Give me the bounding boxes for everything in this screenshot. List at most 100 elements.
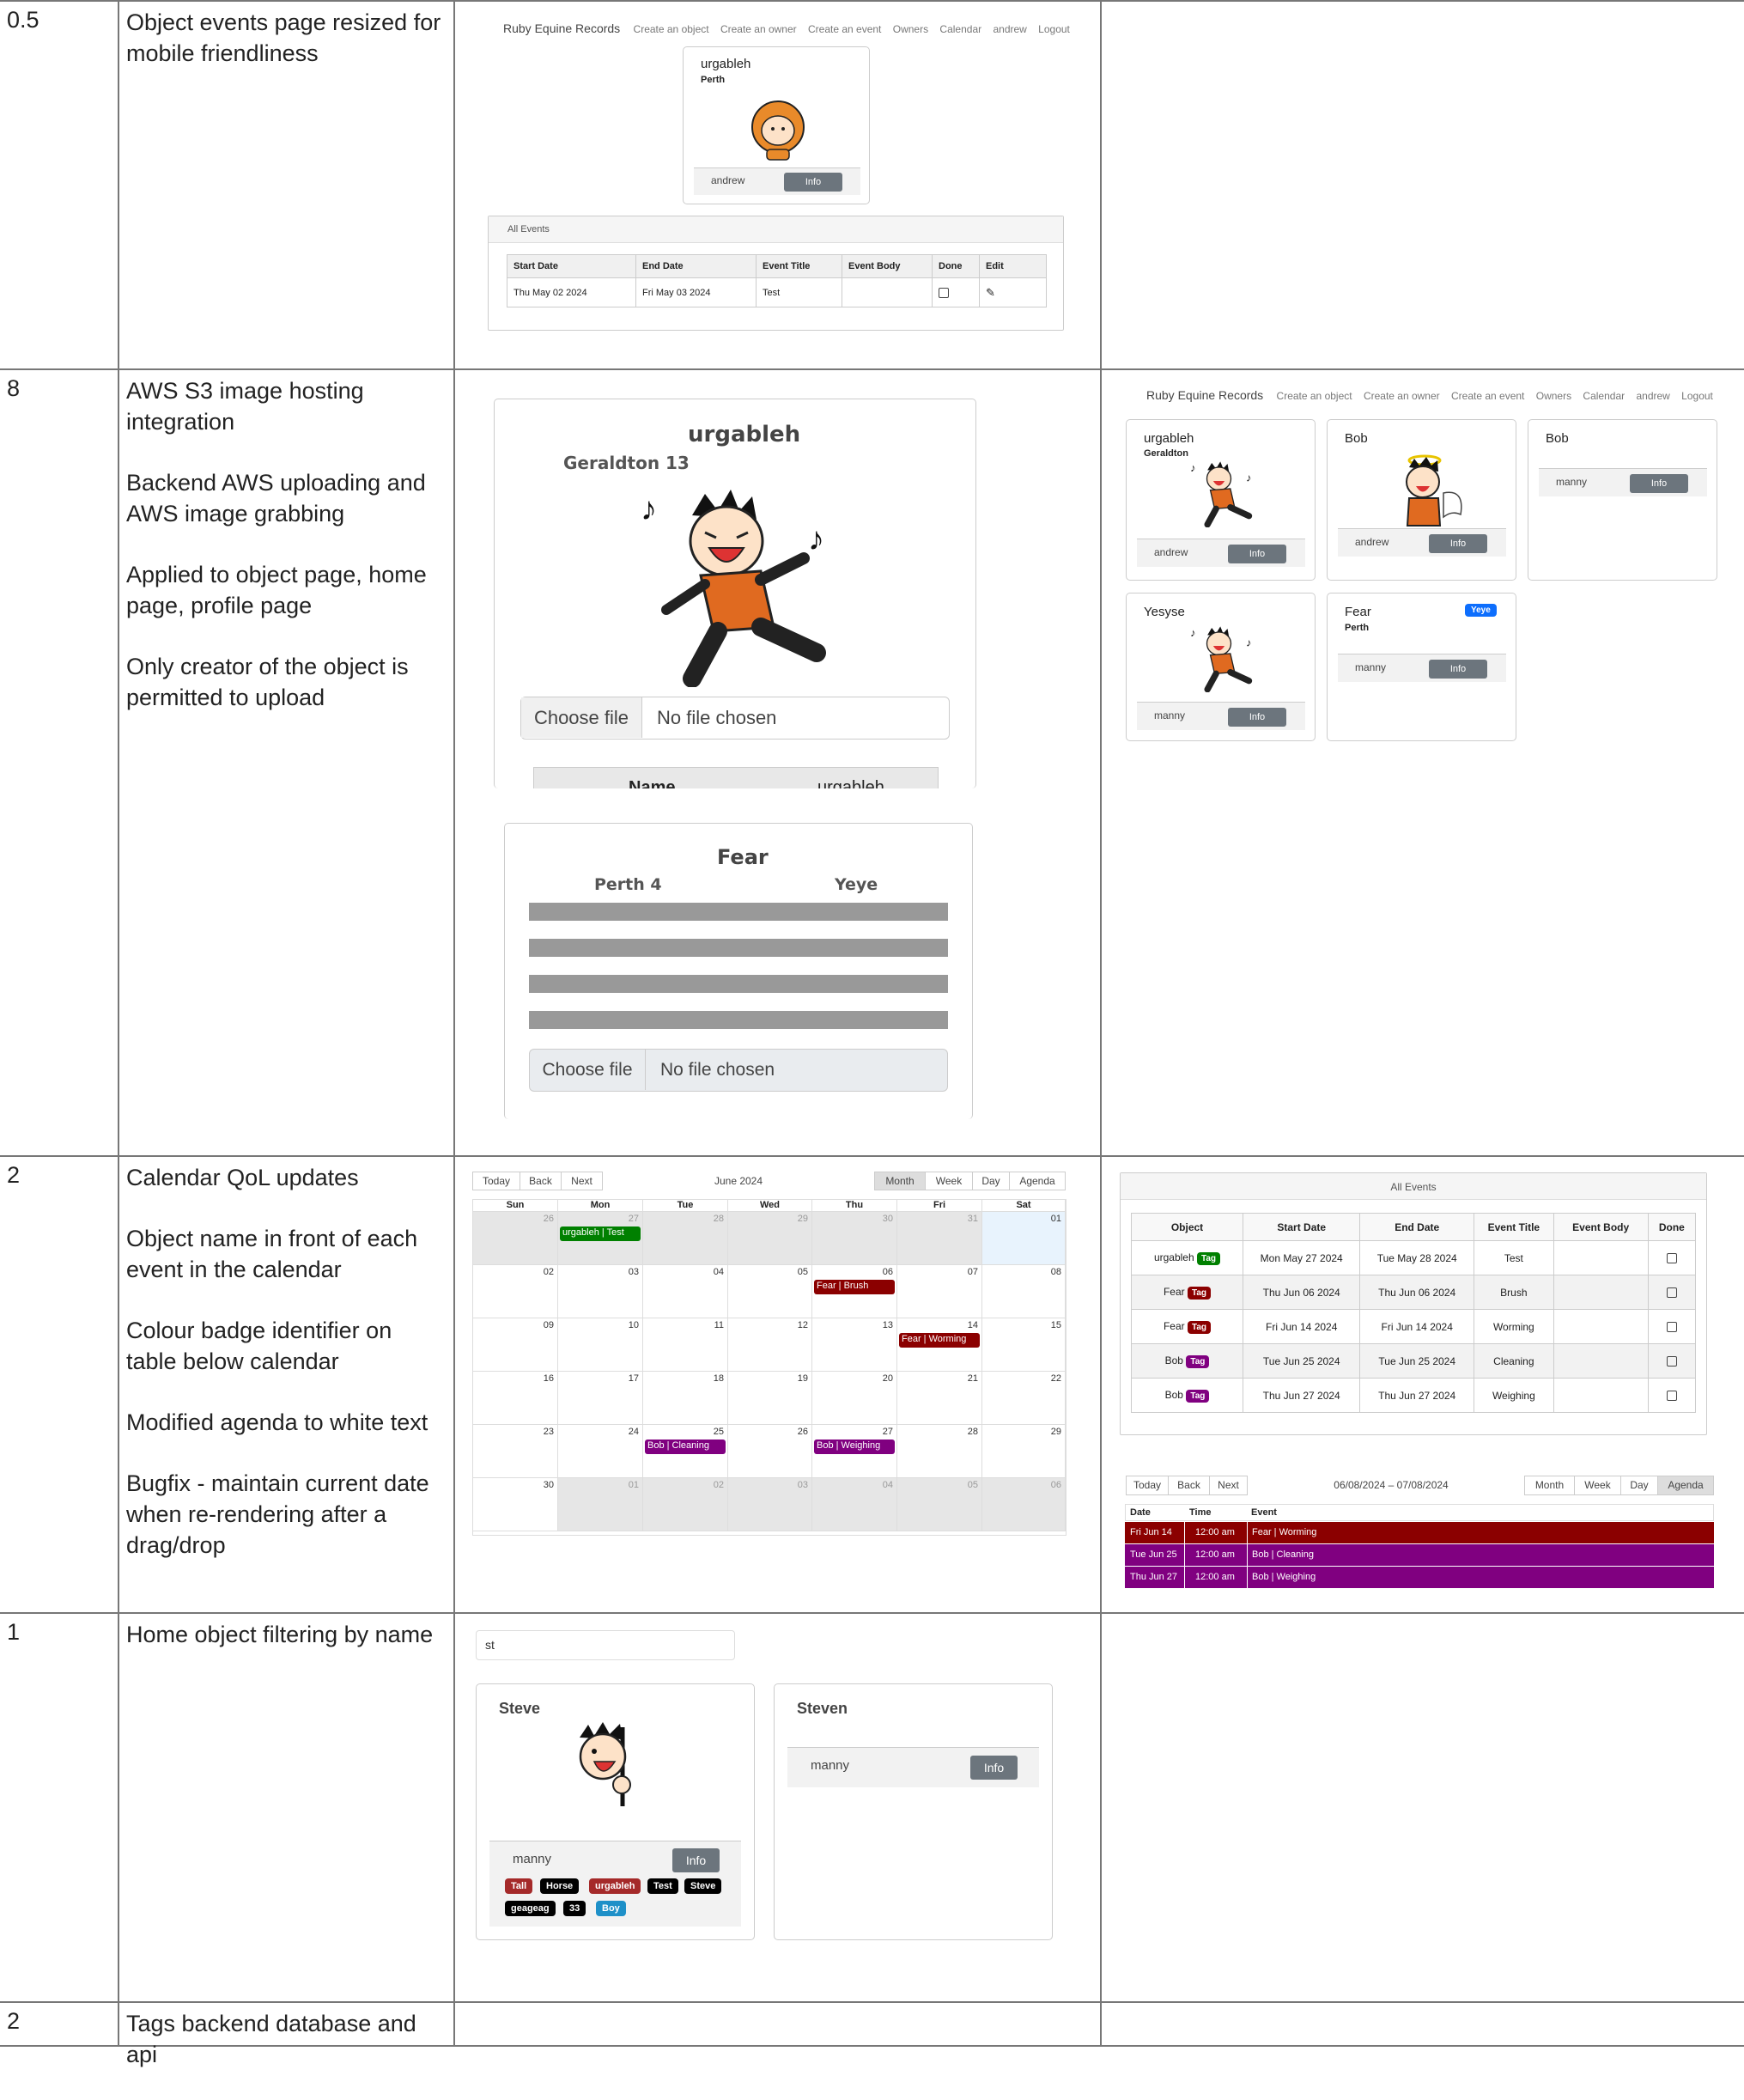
filter-input[interactable]: st — [476, 1630, 735, 1660]
calendar-day-cell[interactable]: 04 — [643, 1265, 728, 1318]
done-checkbox[interactable] — [1666, 1391, 1677, 1402]
nav-link-logout[interactable]: Logout — [1038, 23, 1070, 35]
done-checkbox[interactable] — [939, 287, 949, 298]
nav-link-create-event[interactable]: Create an event — [808, 23, 881, 35]
brand-link[interactable]: Ruby Equine Records — [503, 21, 620, 35]
file-input[interactable]: Choose file No file chosen — [520, 697, 950, 740]
calendar-day-cell[interactable]: 10 — [558, 1318, 643, 1372]
calendar-today-button[interactable]: Today — [1126, 1476, 1169, 1495]
choose-file-button[interactable]: Choose file — [521, 697, 642, 738]
calendar-day-cell[interactable]: 11 — [643, 1318, 728, 1372]
done-checkbox[interactable] — [1666, 1356, 1677, 1367]
calendar-event[interactable]: Bob | Cleaning — [645, 1440, 726, 1454]
nav-link-user[interactable]: andrew — [993, 23, 1026, 35]
info-button[interactable]: Info — [784, 173, 842, 192]
info-button[interactable]: Info — [672, 1848, 720, 1872]
calendar-day-cell[interactable]: 22 — [982, 1372, 1066, 1425]
nav-link-owners[interactable]: Owners — [893, 23, 928, 35]
calendar-day-cell[interactable]: 29 — [728, 1212, 812, 1265]
calendar-day-cell[interactable]: 09 — [473, 1318, 558, 1372]
calendar-day-cell[interactable]: 29 — [982, 1425, 1066, 1478]
done-checkbox[interactable] — [1666, 1253, 1677, 1264]
choose-file-button[interactable]: Choose file — [530, 1050, 646, 1090]
calendar-day-cell[interactable]: 19 — [728, 1372, 812, 1425]
calendar-back-button[interactable]: Back — [1168, 1476, 1210, 1495]
nav-link-owners[interactable]: Owners — [1536, 390, 1571, 402]
nav-link-create-object[interactable]: Create an object — [634, 23, 709, 35]
calendar-day-cell[interactable]: 30 — [473, 1478, 558, 1531]
calendar-day-cell[interactable]: 01 — [982, 1212, 1066, 1265]
nav-link-create-event[interactable]: Create an event — [1451, 390, 1524, 402]
panel-header — [489, 216, 1063, 243]
done-checkbox[interactable] — [1666, 1322, 1677, 1333]
calendar-day-cell[interactable]: 01 — [558, 1478, 643, 1531]
pencil-icon[interactable]: ✎ — [986, 286, 995, 299]
row-description: AWS S3 image hosting integration Backend… — [126, 375, 444, 743]
calendar-event[interactable]: Bob | Weighing — [814, 1440, 895, 1454]
view-agenda-button[interactable]: Agenda — [1657, 1476, 1714, 1495]
view-month-button[interactable]: Month — [1524, 1476, 1575, 1495]
view-month-button[interactable]: Month — [874, 1172, 926, 1190]
calendar-day-cell[interactable]: 31 — [897, 1212, 982, 1265]
nav-link-create-object[interactable]: Create an object — [1277, 390, 1352, 402]
calendar-day-cell[interactable]: 26 — [728, 1425, 812, 1478]
calendar-day-cell[interactable]: 16 — [473, 1372, 558, 1425]
calendar-day-cell[interactable]: 21 — [897, 1372, 982, 1425]
nav-link-logout[interactable]: Logout — [1681, 390, 1713, 402]
agenda-row[interactable]: Tue Jun 25 12:00 am Bob | Cleaning — [1125, 1544, 1714, 1566]
calendar-back-button[interactable]: Back — [520, 1172, 562, 1190]
calendar-day-cell[interactable]: 03 — [728, 1478, 812, 1531]
brand-link[interactable]: Ruby Equine Records — [1146, 388, 1263, 402]
calendar-day-cell[interactable]: 28 — [897, 1425, 982, 1478]
done-checkbox[interactable] — [1666, 1287, 1677, 1299]
calendar-day-cell[interactable]: 24 — [558, 1425, 643, 1478]
calendar-day-cell[interactable]: 13 — [812, 1318, 897, 1372]
info-button[interactable]: Info — [970, 1756, 1018, 1780]
calendar-day-cell[interactable]: 07 — [897, 1265, 982, 1318]
calendar-day-cell[interactable]: 05 — [728, 1265, 812, 1318]
file-input[interactable]: Choose file No file chosen — [529, 1049, 948, 1092]
calendar-day-cell[interactable]: 28 — [643, 1212, 728, 1265]
calendar-day-cell[interactable]: 18 — [643, 1372, 728, 1425]
info-button[interactable]: Info — [1429, 534, 1487, 553]
nav-link-calendar[interactable]: Calendar — [939, 23, 981, 35]
calendar-next-button[interactable]: Next — [561, 1172, 603, 1190]
calendar-event[interactable]: Fear | Brush — [814, 1280, 895, 1294]
calendar-next-button[interactable]: Next — [1209, 1476, 1248, 1495]
info-button[interactable]: Info — [1429, 660, 1487, 679]
calendar-day-cell[interactable]: 05 — [897, 1478, 982, 1531]
calendar-day-cell[interactable]: 20 — [812, 1372, 897, 1425]
object-location: Perth — [701, 75, 726, 85]
view-day-button[interactable]: Day — [1620, 1476, 1658, 1495]
calendar-event[interactable]: Fear | Worming — [899, 1333, 980, 1348]
view-day-button[interactable]: Day — [972, 1172, 1010, 1190]
calendar-day-cell[interactable]: 26 — [473, 1212, 558, 1265]
calendar-day-cell[interactable]: 23 — [473, 1425, 558, 1478]
calendar-day-cell[interactable]: 02 — [473, 1265, 558, 1318]
nav-link-calendar[interactable]: Calendar — [1583, 390, 1625, 402]
calendar-day-cell[interactable]: 30 — [812, 1212, 897, 1265]
object-card: Fear Perth Yeye manny Info — [1327, 593, 1516, 741]
calendar-day-cell[interactable]: 03 — [558, 1265, 643, 1318]
view-agenda-button[interactable]: Agenda — [1009, 1172, 1066, 1190]
calendar-day-cell[interactable]: 04 — [812, 1478, 897, 1531]
calendar-day-cell[interactable]: 17 — [558, 1372, 643, 1425]
calendar-today-button[interactable]: Today — [472, 1172, 520, 1190]
info-button[interactable]: Info — [1228, 708, 1286, 727]
agenda-row[interactable]: Thu Jun 27 12:00 am Bob | Weighing — [1125, 1567, 1714, 1588]
calendar-day-cell[interactable]: 15 — [982, 1318, 1066, 1372]
calendar-day-cell[interactable]: 08 — [982, 1265, 1066, 1318]
view-week-button[interactable]: Week — [1574, 1476, 1621, 1495]
nav-link-create-owner[interactable]: Create an owner — [1364, 390, 1440, 402]
info-button[interactable]: Info — [1228, 545, 1286, 563]
calendar-event[interactable]: urgableh | Test — [560, 1227, 641, 1241]
view-week-button[interactable]: Week — [925, 1172, 973, 1190]
agenda-row[interactable]: Fri Jun 14 12:00 am Fear | Worming — [1125, 1522, 1714, 1543]
calendar-day-cell[interactable]: 06 — [982, 1478, 1066, 1531]
info-button[interactable]: Info — [1630, 474, 1688, 493]
nav-link-create-owner[interactable]: Create an owner — [720, 23, 797, 35]
nav-link-user[interactable]: andrew — [1636, 390, 1669, 402]
object-card: Steven manny Info — [774, 1683, 1053, 1940]
calendar-day-cell[interactable]: 12 — [728, 1318, 812, 1372]
calendar-day-cell[interactable]: 02 — [643, 1478, 728, 1531]
